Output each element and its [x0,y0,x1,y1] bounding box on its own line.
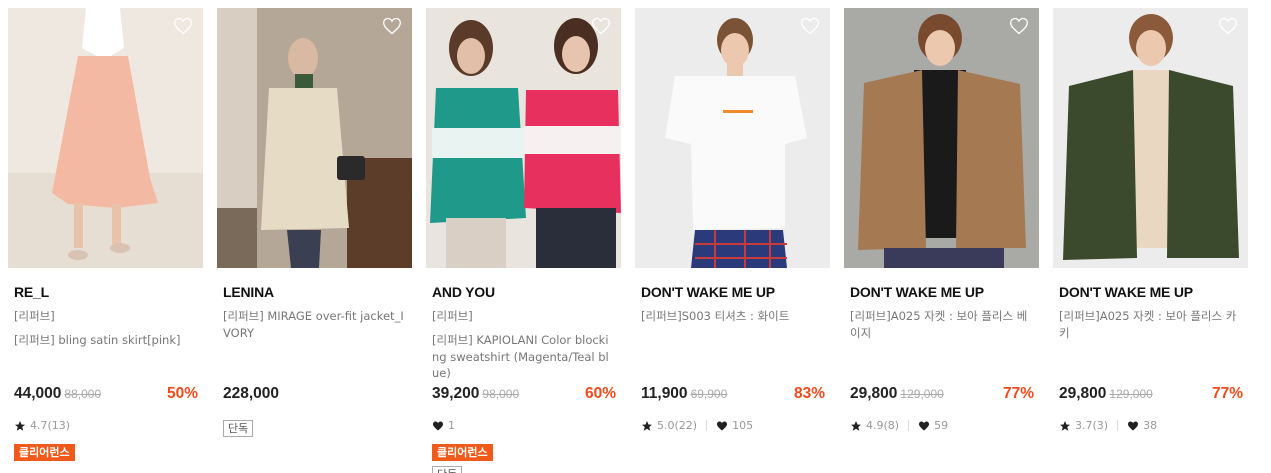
product-meta: 5.0(22) 105 [641,419,753,432]
brand-name[interactable]: DON'T WAKE ME UP [641,284,775,300]
product-image[interactable] [1053,8,1248,268]
sale-price: 44,000 88,000 [14,385,101,403]
meta-divider [908,420,910,431]
rating-text: 4.7(13) [30,419,71,432]
rating-text: 3.7(3) [1075,419,1109,432]
heart-icon [1127,420,1139,432]
exclusive-badge: 단독 [223,420,254,437]
sale-price: 228,000 [223,385,279,403]
rating-text: 4.9(8) [866,419,900,432]
clearance-badge: 클리어런스 [432,444,493,461]
wishlist-heart-icon[interactable] [591,16,611,36]
original-price: 129,000 [900,387,944,401]
wishlist-heart-icon[interactable] [382,16,402,36]
product-card[interactable]: DON'T WAKE ME UP [리퍼브]A025 자켓 : 보아 플리스 카… [1053,8,1248,473]
discount-rate: 77% [1002,385,1034,402]
sale-price: 11,900 69,900 [641,385,727,403]
star-icon [641,420,653,432]
heart-icon [716,420,728,432]
product-card[interactable]: RE_L [리퍼브] [리퍼브] bling satin skirt[pink]… [8,8,203,473]
discount-rate: 50% [166,385,198,402]
sale-price: 39,200 98,000 [432,385,519,403]
brand-name[interactable]: LENINA [223,284,274,300]
product-name-line[interactable]: [리퍼브]A025 자켓 : 보아 플리스 카키 [1059,308,1242,341]
price-value: 44,000 [14,385,62,402]
product-card[interactable]: AND YOU [리퍼브] [리퍼브] KAPIOLANI Color bloc… [426,8,621,473]
product-name-line[interactable]: [리퍼브] bling satin skirt[pink] [14,332,197,349]
price-value: 228,000 [223,385,280,402]
brand-name[interactable]: DON'T WAKE ME UP [1059,284,1193,300]
product-meta: 4.7(13) [14,419,70,432]
product-image[interactable] [8,8,203,268]
brand-name[interactable]: AND YOU [432,284,495,300]
original-price: 69,900 [690,387,728,401]
likes-count: 38 [1143,419,1158,432]
discount-rate: 60% [584,385,616,402]
likes-count: 59 [934,419,949,432]
discount-rate: 83% [793,385,825,402]
product-name-line[interactable]: [리퍼브]A025 자켓 : 보아 플리스 베이지 [850,308,1033,341]
rating-text: 5.0(22) [657,419,698,432]
original-price: 129,000 [1109,387,1153,401]
meta-divider [1117,420,1119,431]
brand-name[interactable]: RE_L [14,284,49,300]
product-image[interactable] [844,8,1039,268]
star-icon [14,420,26,432]
original-price: 88,000 [64,387,102,401]
price-value: 11,900 [641,385,688,402]
sale-price: 29,800 129,000 [850,385,944,403]
star-icon [1059,420,1071,432]
product-meta: 4.9(8) 59 [850,419,948,432]
product-meta: 3.7(3) 38 [1059,419,1157,432]
product-name-line[interactable]: [리퍼브] KAPIOLANI Color blocking sweatshir… [432,332,615,382]
likes-count: 1 [448,419,455,432]
product-card[interactable]: DON'T WAKE ME UP [리퍼브]A025 자켓 : 보아 플리스 베… [844,8,1039,473]
meta-divider [706,420,708,431]
star-icon [850,420,862,432]
product-image[interactable] [635,8,830,268]
wishlist-heart-icon[interactable] [800,16,820,36]
price-value: 29,800 [850,385,898,402]
wishlist-heart-icon[interactable] [1218,16,1238,36]
brand-name[interactable]: DON'T WAKE ME UP [850,284,984,300]
product-name-line[interactable]: [리퍼브] [14,308,197,325]
wishlist-heart-icon[interactable] [173,16,193,36]
heart-icon [918,420,930,432]
product-image[interactable] [426,8,621,268]
product-meta: 1 [432,419,455,432]
original-price: 98,000 [482,387,520,401]
discount-rate: 77% [1211,385,1243,402]
product-card[interactable]: DON'T WAKE ME UP [리퍼브]S003 티셔츠 : 화이트 11,… [635,8,830,473]
sale-price: 29,800 129,000 [1059,385,1153,403]
product-name-line[interactable]: [리퍼브] MIRAGE over-fit jacket_IVORY [223,308,406,341]
heart-icon [432,420,444,432]
product-name-line[interactable]: [리퍼브]S003 티셔츠 : 화이트 [641,308,824,325]
product-card[interactable]: LENINA [리퍼브] MIRAGE over-fit jacket_IVOR… [217,8,412,473]
product-grid: RE_L [리퍼브] [리퍼브] bling satin skirt[pink]… [8,8,1258,473]
clearance-badge: 클리어런스 [14,444,75,461]
price-value: 39,200 [432,385,480,402]
likes-count: 105 [732,419,754,432]
price-value: 29,800 [1059,385,1107,402]
product-image[interactable] [217,8,412,268]
product-name-line[interactable]: [리퍼브] [432,308,615,325]
exclusive-badge: 단독 [432,466,463,473]
wishlist-heart-icon[interactable] [1009,16,1029,36]
